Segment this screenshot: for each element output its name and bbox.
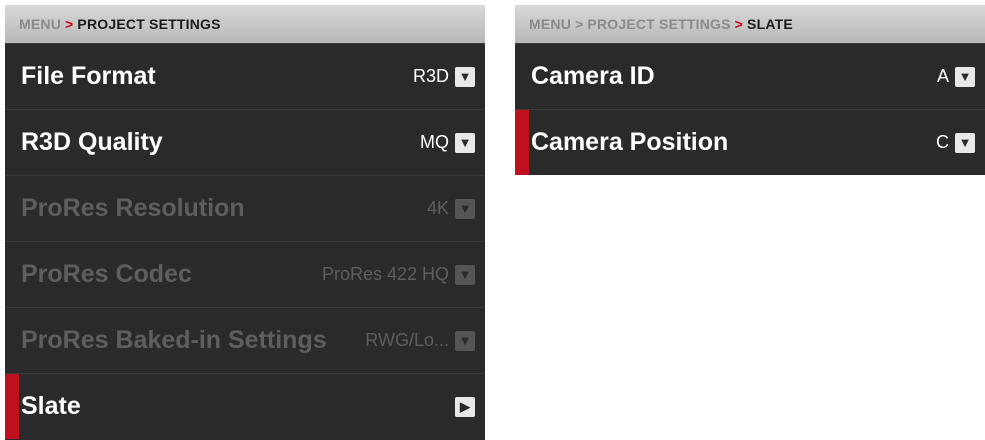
project-settings-panel: MENU > PROJECT SETTINGS File Format R3D … [5, 5, 485, 440]
menu-item-file-format[interactable]: File Format R3D ▼ [5, 43, 485, 109]
menu-item-value: C [936, 132, 949, 152]
submenu-slate[interactable]: ▶ [455, 396, 475, 417]
menu-item-value: 4K [426, 198, 449, 218]
breadcrumb-current: SLATE [747, 16, 793, 32]
menu-item-value: R3D [412, 66, 449, 86]
dropdown-camera-position[interactable]: C ▼ [936, 132, 975, 153]
chevron-down-icon[interactable]: ▼ [955, 66, 975, 87]
menu-item-label: ProRes Resolution [21, 194, 245, 222]
chevron-right-icon[interactable]: ▶ [455, 396, 475, 417]
menu-item-label: ProRes Baked-in Settings [21, 326, 327, 354]
menu-item-label: File Format [21, 62, 156, 90]
breadcrumb: MENU > PROJECT SETTINGS [5, 5, 485, 43]
breadcrumb-current: PROJECT SETTINGS [77, 16, 221, 32]
chevron-down-icon[interactable]: ▼ [955, 132, 975, 153]
dropdown-prores-baked-in: RWG/Lo... ▼ [365, 330, 475, 351]
menu-item-value: ProRes 422 HQ [321, 264, 449, 284]
breadcrumb-mid[interactable]: PROJECT SETTINGS [587, 16, 730, 32]
dropdown-r3d-quality[interactable]: MQ ▼ [420, 132, 475, 153]
dropdown-file-format[interactable]: R3D ▼ [413, 66, 475, 87]
selection-marker [515, 110, 529, 175]
menu-item-label: R3D Quality [21, 128, 163, 156]
breadcrumb: MENU > PROJECT SETTINGS > SLATE [515, 5, 985, 43]
menu-item-value: RWG/Lo... [365, 330, 449, 350]
menu-item-label: Slate [21, 392, 81, 420]
selection-marker [5, 374, 19, 439]
breadcrumb-separator: > [65, 16, 74, 32]
breadcrumb-root[interactable]: MENU [19, 16, 61, 32]
chevron-down-icon: ▼ [455, 264, 475, 285]
menu-item-label: Camera Position [531, 128, 729, 156]
menu-item-camera-position[interactable]: Camera Position C ▼ [515, 109, 985, 175]
chevron-down-icon: ▼ [455, 198, 475, 219]
menu-item-prores-codec: ProRes Codec ProRes 422 HQ ▼ [5, 241, 485, 307]
breadcrumb-separator: > [734, 16, 744, 32]
menu-item-camera-id[interactable]: Camera ID A ▼ [515, 43, 985, 109]
menu-item-r3d-quality[interactable]: R3D Quality MQ ▼ [5, 109, 485, 175]
slate-settings-panel: MENU > PROJECT SETTINGS > SLATE Camera I… [515, 5, 985, 175]
menu-item-label: Camera ID [531, 62, 655, 90]
menu-item-value: MQ [420, 132, 449, 152]
menu-item-value: A [936, 66, 949, 86]
menu-item-prores-resolution: ProRes Resolution 4K ▼ [5, 175, 485, 241]
dropdown-prores-resolution: 4K ▼ [427, 198, 475, 219]
menu-item-prores-baked-in-settings: ProRes Baked-in Settings RWG/Lo... ▼ [5, 307, 485, 373]
breadcrumb-separator: > [575, 16, 584, 32]
chevron-down-icon: ▼ [455, 330, 475, 351]
dropdown-camera-id[interactable]: A ▼ [937, 66, 975, 87]
chevron-down-icon[interactable]: ▼ [455, 132, 475, 153]
dropdown-prores-codec: ProRes 422 HQ ▼ [322, 264, 475, 285]
menu-item-slate[interactable]: Slate ▶ [5, 373, 485, 439]
chevron-down-icon[interactable]: ▼ [455, 66, 475, 87]
menu-item-label: ProRes Codec [21, 260, 192, 288]
breadcrumb-root[interactable]: MENU [529, 16, 571, 32]
